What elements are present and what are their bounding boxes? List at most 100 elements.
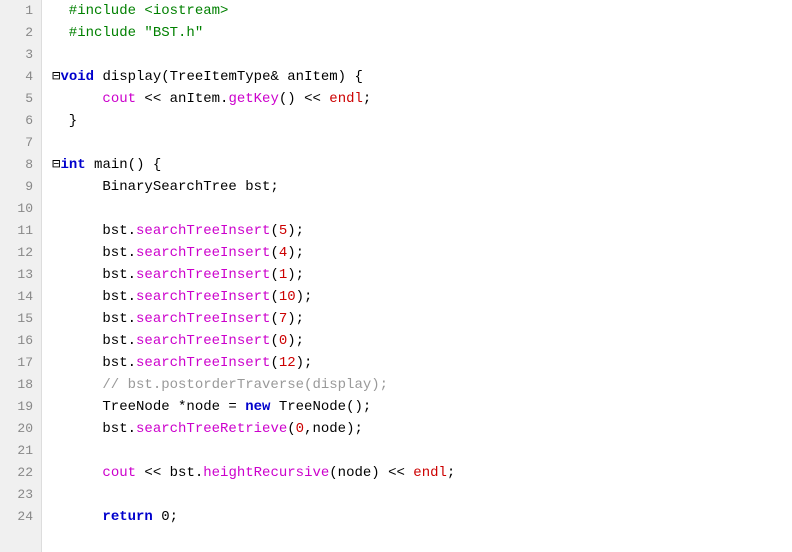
code-token: );: [287, 311, 304, 327]
code-token: // bst.postorderTraverse(display);: [52, 377, 388, 393]
code-line: [52, 198, 782, 220]
code-line: cout << bst.heightRecursive(node) << end…: [52, 462, 782, 484]
code-line: ⊟int main() {: [52, 154, 782, 176]
line-number: 7: [8, 132, 33, 154]
line-number: 12: [8, 242, 33, 264]
editor-container: 123456789101112131415161718192021222324 …: [0, 0, 792, 552]
code-token: );: [287, 267, 304, 283]
code-token: heightRecursive: [203, 465, 329, 481]
code-token: (: [287, 421, 295, 437]
code-token: searchTreeInsert: [136, 355, 270, 371]
line-number: 2: [8, 22, 33, 44]
code-token: 4: [279, 245, 287, 261]
code-token: bst.: [52, 223, 136, 239]
line-number: 6: [8, 110, 33, 132]
code-token: ,node);: [304, 421, 363, 437]
line-number: 3: [8, 44, 33, 66]
code-line: #include <iostream>: [52, 0, 782, 22]
code-token: [52, 465, 102, 481]
code-token: new: [245, 399, 270, 415]
code-token: (: [270, 355, 278, 371]
code-token: searchTreeInsert: [136, 245, 270, 261]
code-line: bst.searchTreeInsert(0);: [52, 330, 782, 352]
line-number: 17: [8, 352, 33, 374]
line-number: 5: [8, 88, 33, 110]
code-token: #include <iostream>: [52, 3, 228, 19]
code-token: 7: [279, 311, 287, 327]
line-number: 9: [8, 176, 33, 198]
code-line: [52, 44, 782, 66]
code-token: int: [60, 157, 85, 173]
code-token: 0: [279, 333, 287, 349]
code-line: bst.searchTreeInsert(5);: [52, 220, 782, 242]
code-line: return 0;: [52, 506, 782, 528]
line-number: 15: [8, 308, 33, 330]
code-line: cout << anItem.getKey() << endl;: [52, 88, 782, 110]
line-number: 4: [8, 66, 33, 88]
code-token: [52, 509, 102, 525]
code-token: );: [287, 223, 304, 239]
code-line: [52, 440, 782, 462]
code-token: );: [287, 333, 304, 349]
code-token: (: [270, 223, 278, 239]
code-token: bst.: [52, 289, 136, 305]
code-token: }: [52, 113, 77, 129]
code-token: bst.: [52, 245, 136, 261]
code-token: #include "BST.h": [52, 25, 203, 41]
code-token: (: [270, 267, 278, 283]
code-token: void: [60, 69, 94, 85]
code-token: bst.: [52, 267, 136, 283]
code-line: TreeNode *node = new TreeNode();: [52, 396, 782, 418]
line-number: 21: [8, 440, 33, 462]
line-number: 10: [8, 198, 33, 220]
code-token: main() {: [86, 157, 162, 173]
code-token: << bst.: [136, 465, 203, 481]
line-number: 20: [8, 418, 33, 440]
code-area[interactable]: #include <iostream> #include "BST.h" ⊟vo…: [42, 0, 792, 552]
code-line: bst.searchTreeInsert(4);: [52, 242, 782, 264]
code-token: searchTreeInsert: [136, 311, 270, 327]
code-token: bst.: [52, 333, 136, 349]
code-line: [52, 484, 782, 506]
code-token: (: [270, 333, 278, 349]
line-number: 8: [8, 154, 33, 176]
code-token: () <<: [279, 91, 329, 107]
code-token: display(TreeItemType& anItem) {: [94, 69, 363, 85]
code-token: (: [270, 289, 278, 305]
code-line: bst.searchTreeInsert(1);: [52, 264, 782, 286]
code-line: }: [52, 110, 782, 132]
code-token: 1: [279, 267, 287, 283]
code-token: bst.: [52, 421, 136, 437]
line-number: 18: [8, 374, 33, 396]
code-token: << anItem.: [136, 91, 228, 107]
code-token: bst.: [52, 355, 136, 371]
code-line: #include "BST.h": [52, 22, 782, 44]
line-number: 23: [8, 484, 33, 506]
code-token: searchTreeInsert: [136, 333, 270, 349]
code-line: bst.searchTreeInsert(7);: [52, 308, 782, 330]
code-token: endl: [413, 465, 447, 481]
code-token: 5: [279, 223, 287, 239]
code-token: getKey: [228, 91, 278, 107]
line-number: 13: [8, 264, 33, 286]
code-line: bst.searchTreeRetrieve(0,node);: [52, 418, 782, 440]
code-token: );: [296, 289, 313, 305]
code-token: searchTreeInsert: [136, 289, 270, 305]
line-number: 14: [8, 286, 33, 308]
code-token: return: [102, 509, 152, 525]
code-token: cout: [102, 465, 136, 481]
code-token: ;: [363, 91, 371, 107]
line-number: 1: [8, 0, 33, 22]
code-token: (: [270, 245, 278, 261]
line-number: 11: [8, 220, 33, 242]
code-token: );: [296, 355, 313, 371]
code-token: [52, 91, 102, 107]
code-token: cout: [102, 91, 136, 107]
code-token: ;: [447, 465, 455, 481]
line-number: 24: [8, 506, 33, 528]
code-line: BinarySearchTree bst;: [52, 176, 782, 198]
code-token: 12: [279, 355, 296, 371]
code-token: (node) <<: [329, 465, 413, 481]
code-token: searchTreeInsert: [136, 223, 270, 239]
code-token: BinarySearchTree bst;: [52, 179, 279, 195]
